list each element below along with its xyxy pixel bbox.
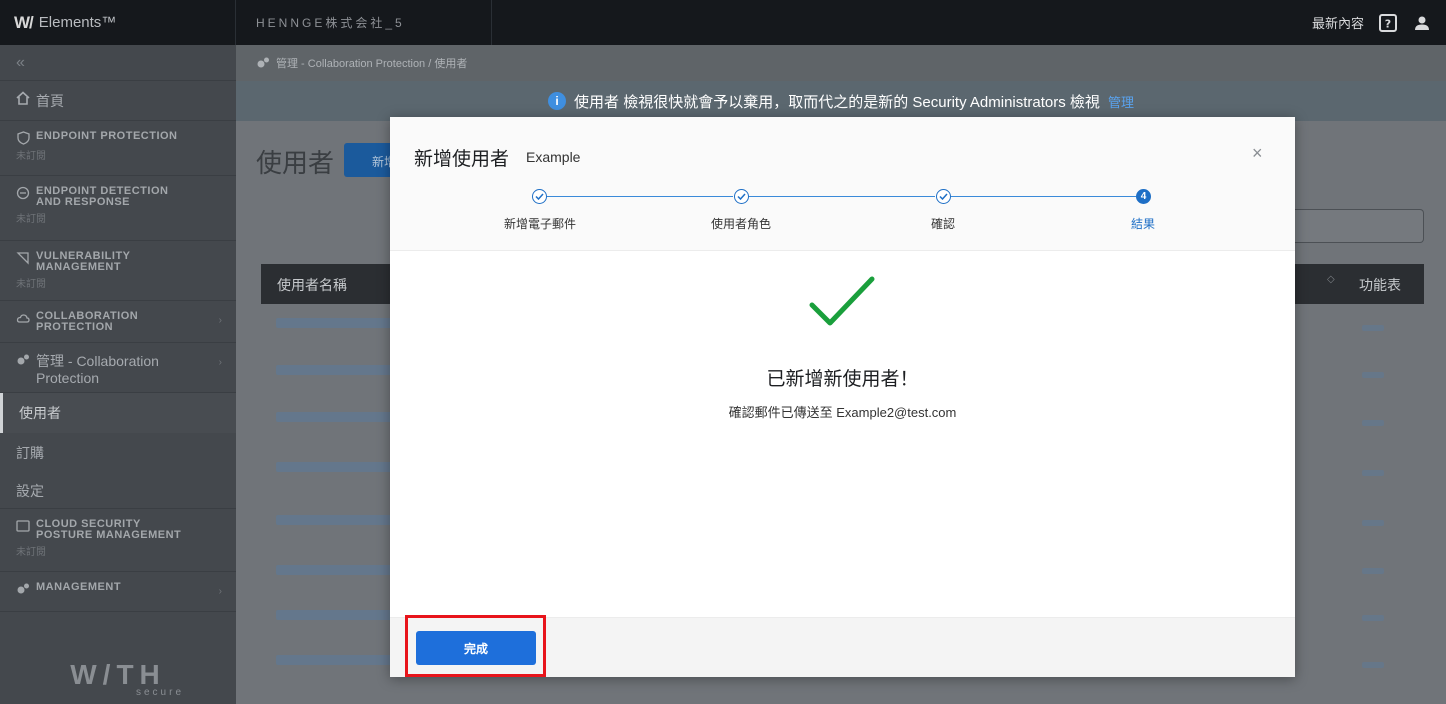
sidebar-item-label: MANAGEMENT (36, 581, 122, 593)
sidebar-item-users[interactable]: 使用者 (0, 393, 236, 433)
done-button[interactable]: 完成 (416, 631, 536, 665)
user-icon[interactable] (1412, 13, 1432, 33)
table-row (276, 655, 396, 665)
subscription-status: 未訂閱 (16, 151, 46, 162)
table-row (276, 565, 396, 575)
org-selector[interactable]: HENNGE株式会社_5 (236, 0, 492, 45)
success-detail: 確認郵件已傳送至 Example2@test.com (728, 405, 957, 420)
radar-icon (16, 251, 30, 265)
step-3-check-icon (936, 189, 951, 204)
column-header-menu: 功能表 (1359, 277, 1401, 293)
sidebar-item-label: POSTURE MANAGEMENT (36, 529, 182, 541)
sidebar-item-label: Protection (36, 370, 100, 386)
search-input[interactable] (1280, 209, 1424, 243)
sidebar-item-label: 設定 (16, 483, 44, 499)
step-1-check-icon (532, 189, 547, 204)
sidebar-item-collaboration-protection[interactable]: COLLABORATION PROTECTION › (0, 301, 236, 343)
gear-icon (256, 56, 270, 70)
withsecure-footer-logo: W/TH secure (70, 659, 184, 698)
withsecure-logo: W/ (14, 12, 34, 32)
row-menu (1362, 520, 1384, 526)
table-row (276, 318, 396, 328)
row-menu (1362, 662, 1384, 668)
chevron-icon: › (218, 586, 222, 597)
whats-new-link[interactable]: 最新內容 (1312, 13, 1364, 32)
detection-icon (16, 186, 30, 200)
svg-text:?: ? (1385, 17, 1391, 30)
subscription-status: 未訂閱 (16, 279, 46, 290)
step-label-result: 結果 (1130, 217, 1156, 231)
chevron-icon: › (218, 315, 222, 326)
sidebar-item-settings[interactable]: 設定 (0, 471, 236, 509)
shield-icon (16, 131, 30, 145)
success-check-icon (808, 275, 876, 334)
home-icon (16, 91, 30, 105)
table-row (276, 365, 396, 375)
info-icon: i (548, 92, 567, 110)
sidebar-item-edr[interactable]: ENDPOINT DETECTION AND RESPONSE 未訂閱 (0, 176, 236, 241)
app-name: Elements™ (38, 14, 117, 31)
sidebar-item-home[interactable]: 首頁 (0, 81, 236, 121)
sidebar-item-cspm[interactable]: CLOUD SECURITY POSTURE MANAGEMENT 未訂閱 (0, 509, 236, 572)
row-menu (1362, 568, 1384, 574)
dialog-subtitle: Example (526, 149, 581, 165)
sidebar-item-label: 訂購 (16, 445, 44, 461)
sidebar-collapse-button[interactable]: « (0, 45, 236, 81)
table-row (276, 610, 396, 620)
help-icon[interactable]: ? (1378, 13, 1398, 33)
add-user-dialog: 新增使用者 Example × 4 新增電子郵件 使用者角色 確認 結果 已新增… (390, 117, 1295, 677)
monitor-icon (16, 519, 30, 533)
chevron-icon: › (218, 357, 222, 368)
gear-icon (16, 582, 30, 596)
sidebar-item-endpoint-protection[interactable]: ENDPOINT PROTECTION 未訂閱 (0, 121, 236, 176)
row-menu (1362, 372, 1384, 378)
success-title: 已新增新使用者！ (766, 369, 919, 390)
close-icon[interactable]: × (1252, 143, 1263, 164)
sidebar-item-management[interactable]: MANAGEMENT › (0, 572, 236, 612)
step-label-user-role: 使用者角色 (710, 217, 772, 231)
stepper-line (951, 196, 1136, 197)
stepper-line (749, 196, 935, 197)
sidebar-item-subscriptions[interactable]: 訂購 (0, 433, 236, 471)
sidebar-item-label: ENDPOINT PROTECTION (36, 130, 178, 142)
sidebar-item-label: 首頁 (36, 93, 64, 109)
subscription-status: 未訂閱 (16, 214, 46, 225)
subscription-status: 未訂閱 (16, 547, 46, 558)
dialog-header: 新增使用者 Example × 4 新增電子郵件 使用者角色 確認 結果 (390, 117, 1295, 251)
banner-text: 使用者 檢視很快就會予以棄用，取而代之的是新的 Security Adminis… (574, 93, 1100, 111)
table-row (276, 515, 396, 525)
row-menu (1362, 470, 1384, 476)
sidebar-item-label: AND RESPONSE (36, 196, 131, 208)
sidebar-item-label: 管理 - Collaboration (36, 353, 159, 369)
gear-icon (16, 353, 30, 367)
sidebar-item-vulnerability-management[interactable]: VULNERABILITY MANAGEMENT 未訂閱 (0, 241, 236, 301)
sort-icon[interactable]: ◇ (1327, 274, 1335, 285)
sidebar-item-label: MANAGEMENT (36, 261, 122, 273)
row-menu (1362, 420, 1384, 426)
top-bar: W/ Elements™ HENNGE株式会社_5 最新內容 ? (0, 0, 1446, 45)
breadcrumb-text[interactable]: 管理 - Collaboration Protection / 使用者 (276, 55, 467, 71)
step-label-add-email: 新增電子郵件 (503, 217, 577, 231)
sidebar-item-label: 使用者 (19, 405, 61, 421)
table-row (276, 462, 396, 472)
sidebar-item-manage-collaboration[interactable]: 管理 - Collaboration Protection › (0, 343, 236, 393)
dialog-footer: 完成 (390, 617, 1295, 677)
step-4-number: 4 (1136, 189, 1151, 204)
dialog-title: 新增使用者 (414, 149, 510, 170)
banner-link[interactable]: 管理 (1108, 92, 1134, 111)
cloud-icon (16, 311, 30, 325)
page-title: 使用者 (256, 148, 335, 178)
step-2-check-icon (734, 189, 749, 204)
table-row (276, 412, 396, 422)
column-header-username[interactable]: 使用者名稱 (277, 275, 347, 295)
stepper-line (547, 196, 733, 197)
breadcrumb: 管理 - Collaboration Protection / 使用者 (236, 45, 1446, 81)
row-menu (1362, 325, 1384, 331)
row-menu (1362, 615, 1384, 621)
step-label-confirm: 確認 (930, 217, 956, 231)
deprecation-banner: i 使用者 檢視很快就會予以棄用，取而代之的是新的 Security Admin… (236, 81, 1446, 121)
sidebar: « 首頁 ENDPOINT PROTECTION 未訂閱 ENDPOINT DE… (0, 45, 236, 704)
sidebar-item-label: PROTECTION (36, 321, 114, 333)
brand[interactable]: W/ Elements™ (0, 0, 236, 45)
